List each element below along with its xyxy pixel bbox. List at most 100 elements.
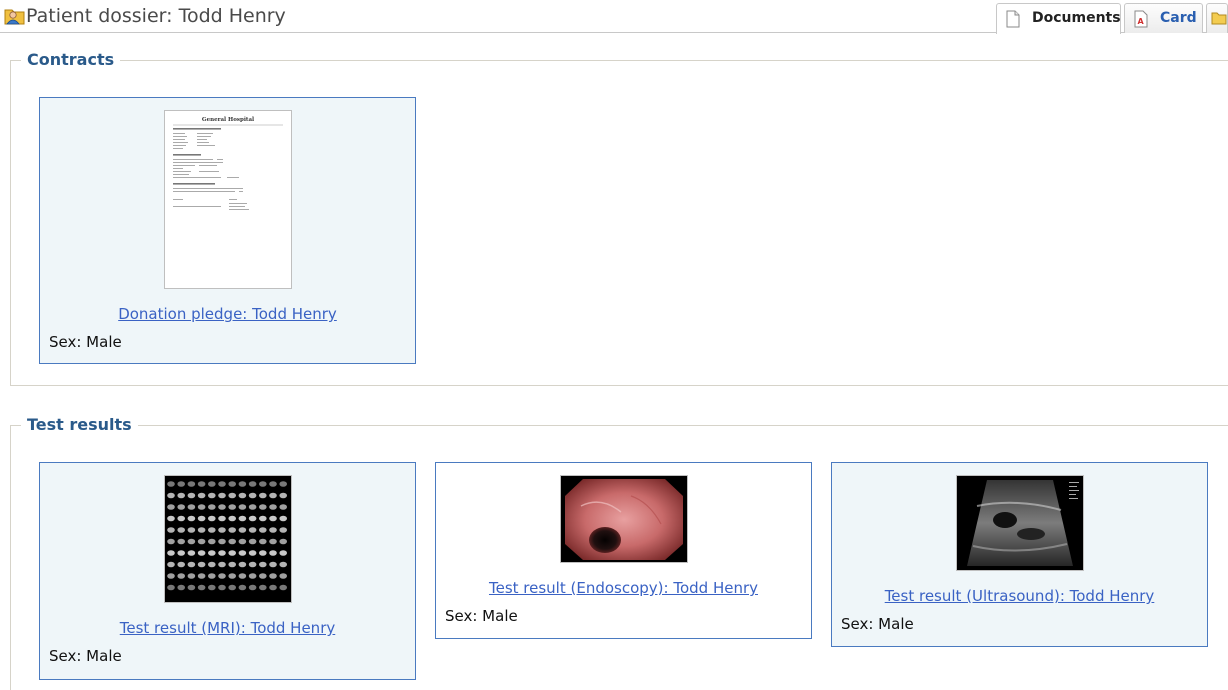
mri-slice [176,481,185,487]
test-results-legend: Test results [21,415,138,434]
mri-slice [217,584,226,591]
mri-slice [268,538,277,545]
ultrasound-result-link[interactable]: Test result (Ultrasound): Todd Henry [832,587,1207,605]
mri-slice [197,515,205,522]
mri-slice [268,492,277,499]
mri-slice [248,515,256,522]
mri-slice [258,561,267,568]
tab-folder[interactable] [1206,3,1228,33]
tab-documents[interactable]: Documents [996,3,1121,34]
document-card-endoscopy: Test result (Endoscopy): Todd Henry Sex:… [435,462,812,639]
mri-slice [166,584,175,591]
mri-slice [278,538,287,545]
mri-result-link[interactable]: Test result (MRI): Todd Henry [40,619,415,637]
mri-slice [197,481,205,487]
mri-slice [207,584,216,591]
mri-slice [278,492,287,499]
mri-slice [207,538,216,545]
mri-slice [197,584,205,591]
mri-slice [268,481,277,487]
mri-slice [248,584,256,591]
card-sex-label: Sex: Male [49,333,122,351]
mri-slice [227,492,236,499]
mri-slice [268,515,277,522]
folder-icon [1211,11,1227,29]
mri-slice [187,550,195,556]
mri-slice [238,550,246,556]
mri-slice [268,584,277,591]
mri-slice [207,481,216,487]
mri-slice [278,561,287,568]
mri-slice [278,481,287,487]
endoscopy-image[interactable] [559,475,688,563]
mri-slice [278,515,287,522]
mri-slice [227,538,236,545]
svg-text:General Hospital: General Hospital [201,117,253,123]
mri-slice [207,504,216,510]
mri-slice [187,584,195,591]
test-results-group: Test results Test result (MRI): Todd Hen… [10,415,1228,690]
mri-slice [217,481,226,487]
mri-slice [238,492,246,499]
tab-card[interactable]: A Card [1124,3,1203,33]
mri-slice [176,527,185,533]
mri-slice [217,550,226,556]
contracts-group: Contracts General Hospital Donation pled… [10,50,1228,386]
ultrasound-image[interactable] [955,475,1084,571]
mri-slice [187,561,195,568]
mri-slice [238,584,246,591]
mri-slice [197,492,205,499]
mri-slice [238,573,246,579]
document-page-preview[interactable]: General Hospital [163,110,292,289]
mri-slice [268,527,277,533]
mri-slice [238,527,246,533]
mri-slice [176,550,185,556]
mri-slice [176,561,185,568]
mri-slice [166,515,175,522]
mri-slice [197,504,205,510]
mri-slice [207,492,216,499]
document-icon [1006,10,1020,28]
mri-scan-image[interactable] [163,475,292,603]
endoscopy-result-link[interactable]: Test result (Endoscopy): Todd Henry [436,579,811,597]
donation-pledge-link[interactable]: Donation pledge: Todd Henry [40,305,415,323]
mri-slice [166,538,175,545]
mri-slice [187,481,195,487]
mri-slice [187,527,195,533]
mri-slice [248,561,256,568]
mri-slice [197,538,205,545]
mri-slice [176,573,185,579]
mri-slice [197,527,205,533]
mri-slice [207,573,216,579]
card-sex-label: Sex: Male [841,615,914,633]
mri-slice [268,573,277,579]
card-sex-label: Sex: Male [49,647,122,665]
mri-slice [217,515,226,522]
mri-slice [278,527,287,533]
mri-slice [258,515,267,522]
mri-slice [197,573,205,579]
page-title: Patient dossier: Todd Henry [26,5,286,27]
mri-slice [176,504,185,510]
mri-slice [248,481,256,487]
mri-slice [268,561,277,568]
mri-slice [238,538,246,545]
mri-slice [176,538,185,545]
mri-slice [238,481,246,487]
contracts-legend: Contracts [21,50,121,69]
document-card-ultrasound: Test result (Ultrasound): Todd Henry Sex… [831,462,1208,647]
mri-slice [217,492,226,499]
document-card-mri: Test result (MRI): Todd Henry Sex: Male [39,462,416,680]
mri-slice [248,492,256,499]
mri-slice [227,550,236,556]
mri-slice [227,584,236,591]
mri-slice [207,515,216,522]
mri-slice [227,481,236,487]
tab-card-label: Card [1160,10,1197,26]
mri-slice [258,527,267,533]
mri-slice [278,550,287,556]
mri-slice [187,515,195,522]
mri-slice [278,504,287,510]
mri-slice [217,561,226,568]
mri-slice [248,573,256,579]
